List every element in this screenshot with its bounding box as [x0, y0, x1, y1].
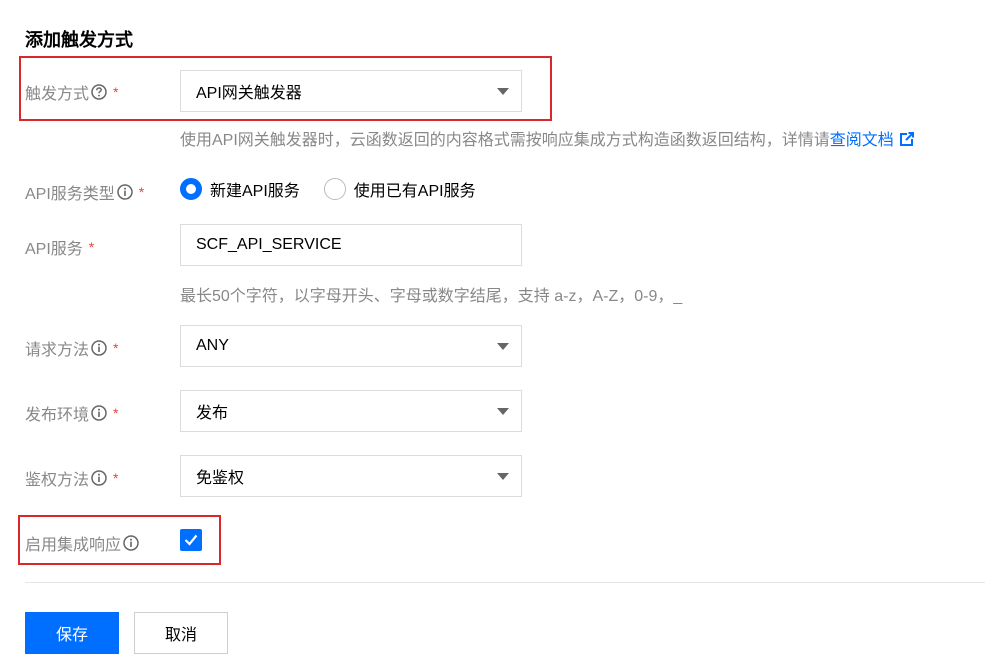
info-icon[interactable] [91, 470, 107, 486]
info-icon[interactable] [117, 184, 133, 200]
checkmark-icon [184, 534, 198, 546]
chevron-down-icon [497, 473, 509, 480]
api-service-input[interactable]: SCF_API_SERVICE [180, 224, 522, 266]
required-mark: * [88, 239, 95, 255]
radio-new-api-service[interactable]: 新建API服务 [180, 177, 300, 201]
required-mark: * [113, 84, 119, 100]
api-service-input-value: SCF_API_SERVICE [196, 236, 342, 253]
request-method-label-row: 请求方法 * [25, 336, 118, 360]
radio-unselected-indicator [323, 178, 346, 200]
publish-env-select[interactable]: 发布 [180, 390, 522, 432]
auth-method-select-value: 免鉴权 [196, 470, 245, 487]
trigger-select-value: API网关触发器 [196, 85, 302, 102]
cancel-button[interactable]: 取消 [134, 612, 228, 654]
trigger-help: 使用API网关触发器时，云函数返回的内容格式需按响应集成方式构造函数返回结构，详… [180, 126, 914, 150]
trigger-help-text: 使用API网关触发器时，云函数返回的内容格式需按响应集成方式构造函数返回结构，详… [180, 132, 830, 149]
auth-method-select[interactable]: 免鉴权 [180, 455, 522, 497]
external-link-icon[interactable] [899, 132, 914, 146]
publish-env-label-row: 发布环境 * [25, 401, 118, 425]
question-icon[interactable] [91, 84, 107, 100]
radio-existing-api-service[interactable]: 使用已有API服务 [323, 177, 476, 201]
auth-method-label-row: 鉴权方法 * [25, 466, 118, 490]
radio-label: 使用已有API服务 [353, 183, 476, 200]
request-method-select[interactable]: ANY [180, 325, 522, 367]
chevron-down-icon [497, 408, 509, 415]
api-service-label: API服务 [25, 241, 83, 258]
integration-response-label: 启用集成响应 [25, 537, 122, 554]
api-service-help: 最长50个字符，以字母开头、字母或数字结尾，支持 a-z，A-Z，0-9，_ [180, 288, 683, 305]
info-icon[interactable] [123, 535, 139, 551]
request-method-label: 请求方法 [25, 342, 90, 359]
integration-response-checkbox[interactable] [180, 529, 202, 551]
required-mark: * [113, 340, 119, 356]
api-service-type-radios: 新建API服务 使用已有API服务 [180, 177, 500, 201]
api-service-type-label-row: API服务类型 * [25, 180, 144, 204]
docs-link[interactable]: 查阅文档 [830, 132, 894, 149]
required-mark: * [113, 405, 119, 421]
api-service-label-row: API服务 * [25, 235, 94, 259]
chevron-down-icon [497, 343, 509, 350]
divider [25, 582, 985, 583]
radio-label: 新建API服务 [210, 183, 300, 200]
chevron-down-icon [497, 88, 509, 95]
api-service-type-label: API服务类型 [25, 186, 115, 203]
publish-env-label: 发布环境 [25, 407, 90, 424]
form-title: 添加触发方式 [25, 30, 133, 50]
required-mark: * [113, 470, 119, 486]
request-method-select-value: ANY [196, 337, 229, 354]
required-mark: * [138, 184, 145, 200]
trigger-label-row: 触发方式 * [25, 80, 118, 104]
trigger-select[interactable]: API网关触发器 [180, 70, 522, 112]
trigger-label: 触发方式 [25, 86, 90, 103]
integration-response-label-row: 启用集成响应 [25, 531, 139, 555]
radio-selected-indicator [180, 178, 202, 200]
publish-env-select-value: 发布 [196, 405, 229, 422]
info-icon[interactable] [91, 405, 107, 421]
info-icon[interactable] [91, 340, 107, 356]
save-button[interactable]: 保存 [25, 612, 119, 654]
auth-method-label: 鉴权方法 [25, 472, 90, 489]
